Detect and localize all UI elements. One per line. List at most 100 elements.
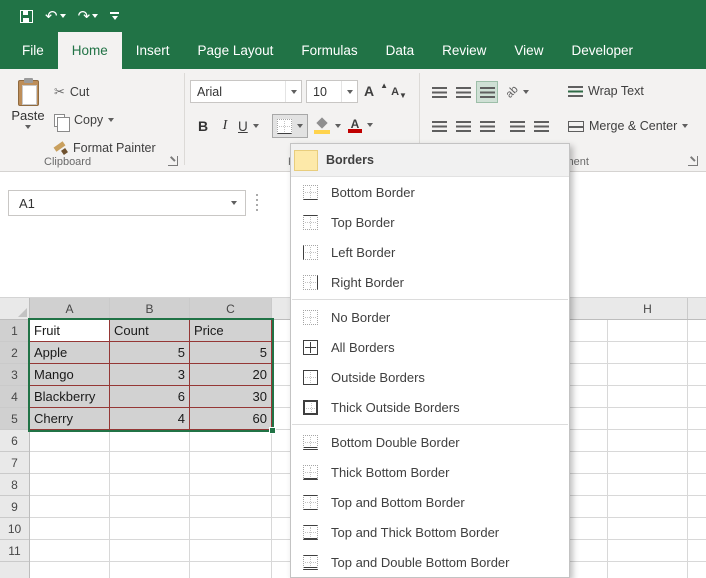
column-header-h[interactable]: H bbox=[608, 298, 688, 319]
menu-item-no-border[interactable]: No Border bbox=[291, 302, 569, 332]
borders-button[interactable] bbox=[272, 114, 308, 138]
cell-b2[interactable]: 5 bbox=[110, 342, 190, 364]
row-header-10[interactable]: 10 bbox=[0, 518, 29, 540]
row-header-4[interactable]: 4 bbox=[0, 386, 29, 408]
save-button[interactable] bbox=[20, 10, 33, 23]
row-header-5[interactable]: 5 bbox=[0, 408, 29, 430]
tab-insert[interactable]: Insert bbox=[122, 32, 184, 69]
menu-item-top-border[interactable]: Top Border bbox=[291, 207, 569, 237]
tab-data[interactable]: Data bbox=[372, 32, 429, 69]
column-header-a[interactable]: A bbox=[30, 298, 110, 319]
align-top-button[interactable] bbox=[428, 81, 450, 103]
copy-dropdown-icon[interactable] bbox=[108, 118, 114, 122]
cell-c4[interactable]: 30 bbox=[190, 386, 272, 408]
fill-color-button[interactable] bbox=[314, 115, 341, 137]
menu-item-top-and-double-bottom-border[interactable]: Top and Double Bottom Border bbox=[291, 547, 569, 577]
row-header-2[interactable]: 2 bbox=[0, 342, 29, 364]
menu-item-top-and-bottom-border[interactable]: Top and Bottom Border bbox=[291, 487, 569, 517]
borders-header-highlight bbox=[294, 150, 318, 171]
font-name-select[interactable]: Arial bbox=[190, 80, 302, 103]
menu-item-outside-borders[interactable]: Outside Borders bbox=[291, 362, 569, 392]
tab-page-layout[interactable]: Page Layout bbox=[184, 32, 288, 69]
column-header-c[interactable]: C bbox=[190, 298, 272, 319]
row-header-6[interactable]: 6 bbox=[0, 430, 29, 452]
merge-center-dropdown-icon[interactable] bbox=[682, 124, 688, 128]
menu-item-right-border[interactable]: Right Border bbox=[291, 267, 569, 297]
decrease-font-size-button[interactable]: A▼ bbox=[388, 81, 410, 103]
cell-c1[interactable]: Price bbox=[190, 320, 272, 342]
menu-item-left-border[interactable]: Left Border bbox=[291, 237, 569, 267]
menu-item-bottom-border[interactable]: Bottom Border bbox=[291, 177, 569, 207]
select-all-button[interactable] bbox=[0, 298, 30, 319]
cell-a2[interactable]: Apple bbox=[30, 342, 110, 364]
font-color-button[interactable]: A bbox=[348, 114, 373, 136]
underline-dropdown-icon[interactable] bbox=[253, 124, 259, 128]
menu-item-thick-bottom-border[interactable]: Thick Bottom Border bbox=[291, 457, 569, 487]
name-box[interactable]: A1 bbox=[8, 190, 246, 216]
row-header-7[interactable]: 7 bbox=[0, 452, 29, 474]
cell-b1[interactable]: Count bbox=[110, 320, 190, 342]
font-size-select[interactable]: 10 bbox=[306, 80, 358, 103]
formula-bar-splitter[interactable] bbox=[256, 194, 258, 211]
row-header-11[interactable]: 11 bbox=[0, 540, 29, 562]
customize-quick-access-button[interactable] bbox=[110, 12, 119, 20]
tab-view[interactable]: View bbox=[500, 32, 557, 69]
redo-dropdown-icon[interactable] bbox=[92, 14, 98, 18]
menu-item-top-and-thick-bottom-border[interactable]: Top and Thick Bottom Border bbox=[291, 517, 569, 547]
increase-indent-button[interactable] bbox=[530, 115, 552, 137]
menu-item-thick-outside-borders[interactable]: Thick Outside Borders bbox=[291, 392, 569, 422]
alignment-dialog-launcher[interactable] bbox=[688, 156, 698, 166]
clipboard-dialog-launcher[interactable] bbox=[168, 156, 178, 166]
cell-b4[interactable]: 6 bbox=[110, 386, 190, 408]
font-name-dropdown-icon[interactable] bbox=[285, 81, 301, 102]
row-header-1[interactable]: 1 bbox=[0, 320, 29, 342]
row-header-8[interactable]: 8 bbox=[0, 474, 29, 496]
copy-button[interactable]: Copy bbox=[54, 109, 114, 131]
italic-button[interactable]: I bbox=[214, 115, 236, 137]
align-left-button[interactable] bbox=[428, 115, 450, 137]
paste-dropdown-icon[interactable] bbox=[25, 125, 31, 129]
wrap-text-button[interactable]: Wrap Text bbox=[568, 80, 644, 102]
undo-dropdown-icon[interactable] bbox=[60, 14, 66, 18]
menu-item-all-borders[interactable]: All Borders bbox=[291, 332, 569, 362]
cell-a1[interactable]: Fruit bbox=[30, 320, 110, 342]
cell-c2[interactable]: 5 bbox=[190, 342, 272, 364]
cell-a4[interactable]: Blackberry bbox=[30, 386, 110, 408]
tab-file[interactable]: File bbox=[8, 32, 58, 69]
underline-button[interactable]: U bbox=[238, 115, 259, 137]
cell-a5[interactable]: Cherry bbox=[30, 408, 110, 430]
cell-b5[interactable]: 4 bbox=[110, 408, 190, 430]
fill-color-dropdown-icon[interactable] bbox=[335, 124, 341, 128]
menu-item-bottom-double-border[interactable]: Bottom Double Border bbox=[291, 427, 569, 457]
merge-center-button[interactable]: Merge & Center bbox=[568, 115, 688, 137]
cell-a3[interactable]: Mango bbox=[30, 364, 110, 386]
tab-home[interactable]: Home bbox=[58, 32, 122, 69]
row-header-9[interactable]: 9 bbox=[0, 496, 29, 518]
cell-c5[interactable]: 60 bbox=[190, 408, 272, 430]
bold-button[interactable]: B bbox=[192, 115, 214, 137]
align-center-button[interactable] bbox=[452, 115, 474, 137]
undo-button[interactable] bbox=[45, 9, 66, 24]
column-header-b[interactable]: B bbox=[110, 298, 190, 319]
align-bottom-button[interactable] bbox=[476, 81, 498, 103]
tab-review[interactable]: Review bbox=[428, 32, 500, 69]
borders-dropdown-icon[interactable] bbox=[297, 124, 303, 128]
tab-developer[interactable]: Developer bbox=[557, 32, 647, 69]
border-top-icon bbox=[303, 215, 318, 230]
paste-button[interactable]: Paste bbox=[6, 76, 50, 154]
align-right-button[interactable] bbox=[476, 115, 498, 137]
name-box-dropdown-icon[interactable] bbox=[223, 191, 245, 215]
increase-font-size-button[interactable]: A▲ bbox=[362, 80, 384, 102]
cell-b3[interactable]: 3 bbox=[110, 364, 190, 386]
align-middle-button[interactable] bbox=[452, 81, 474, 103]
orientation-button[interactable]: ab bbox=[506, 81, 529, 103]
redo-button[interactable] bbox=[78, 9, 99, 24]
cut-button[interactable]: Cut bbox=[54, 81, 89, 103]
cell-c3[interactable]: 20 bbox=[190, 364, 272, 386]
decrease-indent-button[interactable] bbox=[506, 115, 528, 137]
row-header-3[interactable]: 3 bbox=[0, 364, 29, 386]
orientation-dropdown-icon[interactable] bbox=[523, 90, 529, 94]
tab-formulas[interactable]: Formulas bbox=[287, 32, 371, 69]
font-color-dropdown-icon[interactable] bbox=[367, 123, 373, 127]
font-size-dropdown-icon[interactable] bbox=[341, 81, 357, 102]
